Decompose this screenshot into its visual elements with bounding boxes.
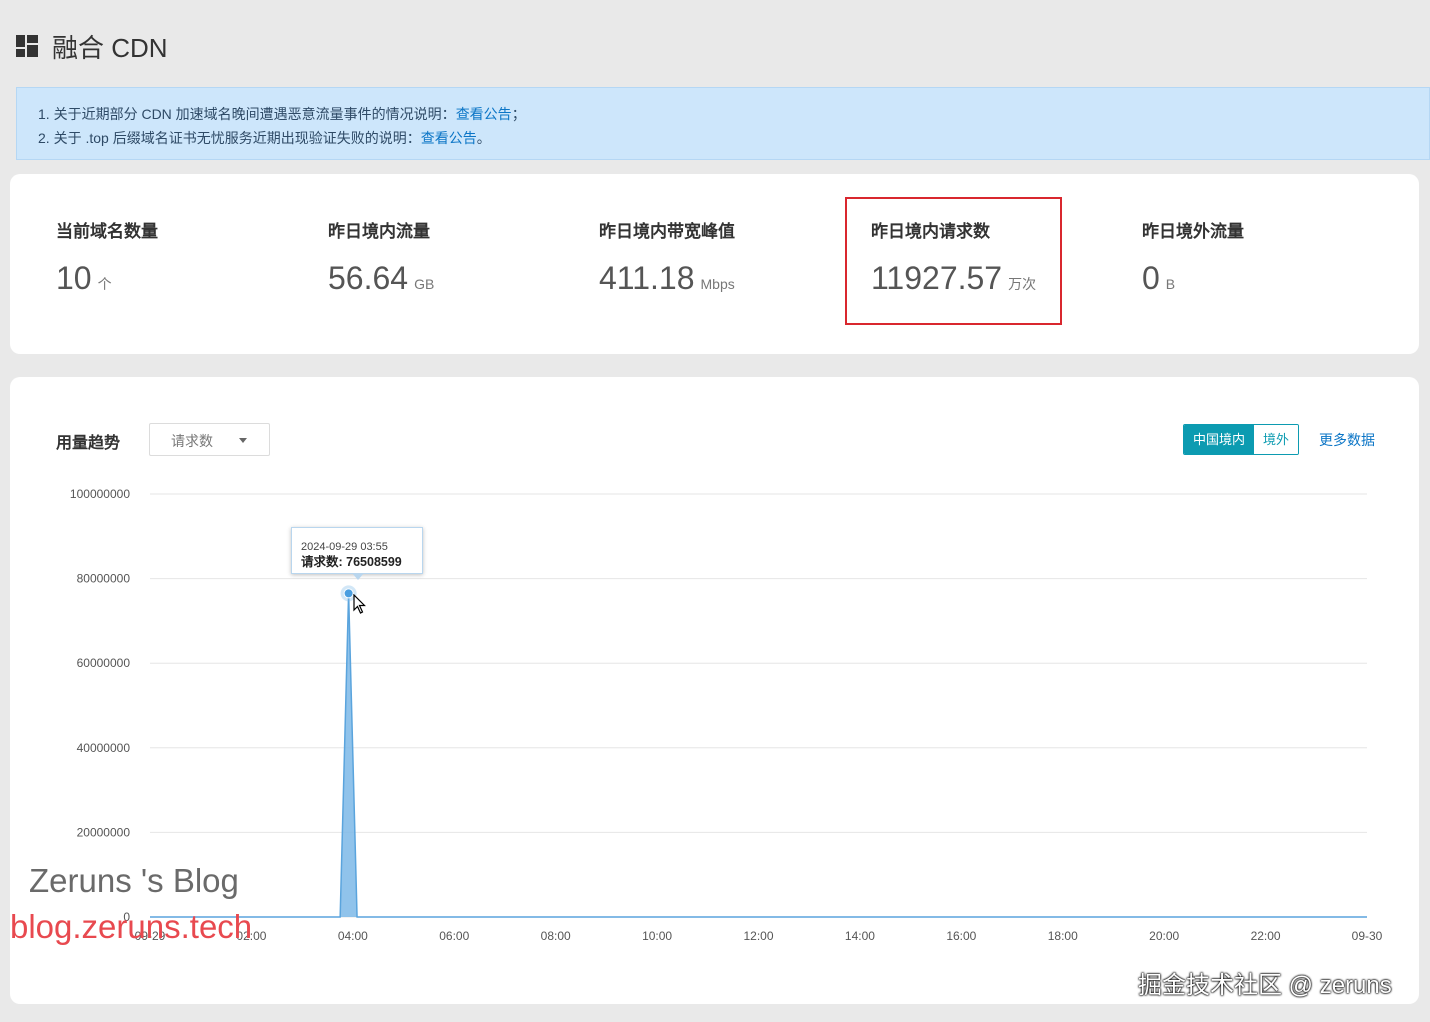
y-tick-label: 80000000 bbox=[77, 572, 131, 586]
stat-value: 10 bbox=[56, 260, 92, 296]
watermark-blog-name: Zeruns 's Blog bbox=[29, 862, 239, 899]
stat-value: 0 bbox=[1142, 260, 1160, 296]
page-title: 融合 CDN bbox=[52, 32, 168, 63]
stat-unit: 个 bbox=[97, 276, 112, 292]
notice-item: 1. 关于近期部分 CDN 加速域名晚间遭遇恶意流量事件的情况说明：查看公告； bbox=[38, 106, 526, 122]
notice-item: 2. 关于 .top 后缀域名证书无忧服务近期出现验证失败的说明：查看公告。 bbox=[38, 130, 491, 146]
y-tick-label: 100000000 bbox=[70, 487, 130, 501]
x-tick-label: 12:00 bbox=[743, 929, 773, 943]
stats-card: 当前域名数量 10 个 昨日境内流量 56.64 GB 昨日境内带宽峰值 411.1… bbox=[10, 174, 1419, 354]
stat-bandwidth-peak: 昨日境内带宽峰值 411.18 Mbps bbox=[599, 222, 735, 296]
tooltip-value: 请求数: 76508599 bbox=[301, 555, 402, 569]
page-header: 融合 CDN bbox=[16, 28, 168, 64]
y-tick-label: 40000000 bbox=[77, 741, 131, 755]
watermark-community: 掘金技术社区 @ zeruns bbox=[1138, 972, 1392, 999]
mouse-cursor-icon bbox=[353, 594, 366, 614]
stat-value: 411.18 bbox=[599, 260, 695, 296]
chart-tooltip: 2024-09-29 03:55 请求数: 76508599 bbox=[291, 527, 423, 580]
peak-point bbox=[343, 588, 354, 599]
x-tick-label: 16:00 bbox=[946, 929, 976, 943]
x-tick-label: 04:00 bbox=[338, 929, 368, 943]
x-tick-label: 22:00 bbox=[1251, 929, 1281, 943]
tooltip-time: 2024-09-29 03:55 bbox=[301, 541, 388, 553]
x-tick-label: 06:00 bbox=[439, 929, 469, 943]
x-tick-label: 18:00 bbox=[1048, 929, 1078, 943]
notice-banner: 1. 关于近期部分 CDN 加速域名晚间遭遇恶意流量事件的情况说明：查看公告； … bbox=[16, 87, 1430, 160]
stat-unit: B bbox=[1165, 276, 1176, 292]
x-tick-label: 08:00 bbox=[541, 929, 571, 943]
series-line bbox=[150, 593, 1367, 918]
watermark-blog-url: blog.zeruns.tech bbox=[10, 908, 253, 945]
x-tick-label: 10:00 bbox=[642, 929, 672, 943]
stat-unit: GB bbox=[414, 276, 435, 292]
stat-overseas-traffic: 昨日境外流量 0B bbox=[1142, 222, 1244, 296]
stat-domain-count: 当前域名数量 10 个 bbox=[56, 222, 158, 296]
series-area bbox=[150, 593, 1367, 917]
y-tick-label: 60000000 bbox=[77, 656, 131, 670]
highlight-box bbox=[845, 197, 1062, 325]
stat-domestic-traffic: 昨日境内流量 56.64 GB bbox=[328, 222, 435, 296]
stat-value: 56.64 bbox=[328, 260, 409, 296]
x-tick-label: 09-30 bbox=[1352, 929, 1383, 943]
y-tick-label: 20000000 bbox=[77, 825, 131, 839]
x-tick-label: 20:00 bbox=[1149, 929, 1179, 943]
notice-link[interactable]: 查看公告 bbox=[421, 130, 477, 146]
stat-unit: Mbps bbox=[700, 276, 735, 292]
dashboard-icon bbox=[16, 35, 38, 57]
notice-link[interactable]: 查看公告 bbox=[456, 106, 512, 122]
x-tick-label: 14:00 bbox=[845, 929, 875, 943]
